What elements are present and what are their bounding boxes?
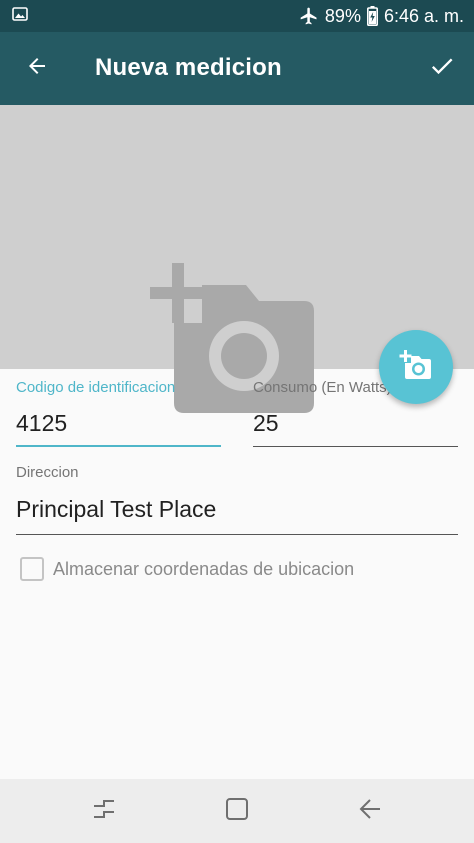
photo-preview[interactable] <box>0 105 474 413</box>
system-nav-bar <box>0 779 474 843</box>
check-icon <box>428 52 456 85</box>
store-coordinates-row[interactable]: Almacenar coordenadas de ubicacion <box>20 557 354 581</box>
battery-percentage: 89% <box>324 5 361 26</box>
recent-apps-button[interactable] <box>84 793 124 829</box>
save-button[interactable] <box>418 44 466 92</box>
status-left <box>12 6 28 26</box>
codigo-input[interactable] <box>16 409 221 437</box>
take-photo-button[interactable] <box>379 330 453 404</box>
battery-charging-icon <box>366 6 378 26</box>
store-coordinates-label: Almacenar coordenadas de ubicacion <box>53 558 355 579</box>
back-button[interactable] <box>13 44 61 92</box>
back-icon <box>358 797 382 826</box>
codigo-label: Codigo de identificacion <box>16 379 176 396</box>
recent-apps-icon <box>91 798 117 825</box>
direccion-input[interactable] <box>16 494 458 524</box>
app-bar: Nueva medicion <box>0 32 474 105</box>
add-a-photo-icon <box>399 349 433 385</box>
consumo-label: Consumo (En Watts) <box>253 379 392 396</box>
status-right: 89% 6:46 a. m. <box>299 6 464 27</box>
airplane-mode-icon <box>299 6 319 26</box>
store-coordinates-checkbox[interactable] <box>20 557 44 581</box>
page-title: Nueva medicion <box>95 54 282 81</box>
nav-back-button[interactable] <box>350 793 390 829</box>
direccion-underline <box>16 534 458 535</box>
image-notification-icon <box>12 6 28 26</box>
status-bar: 89% 6:46 a. m. <box>0 0 474 32</box>
clock: 6:46 a. m. <box>383 5 464 26</box>
codigo-underline <box>16 445 221 447</box>
home-icon <box>225 797 249 826</box>
consumo-input[interactable] <box>253 409 458 437</box>
home-button[interactable] <box>217 793 257 829</box>
direccion-label: Direccion <box>16 464 79 481</box>
arrow-left-icon <box>25 54 49 83</box>
consumo-underline <box>253 446 458 447</box>
direccion-field: Direccion <box>16 464 458 535</box>
codigo-field: Codigo de identificacion <box>16 379 221 447</box>
